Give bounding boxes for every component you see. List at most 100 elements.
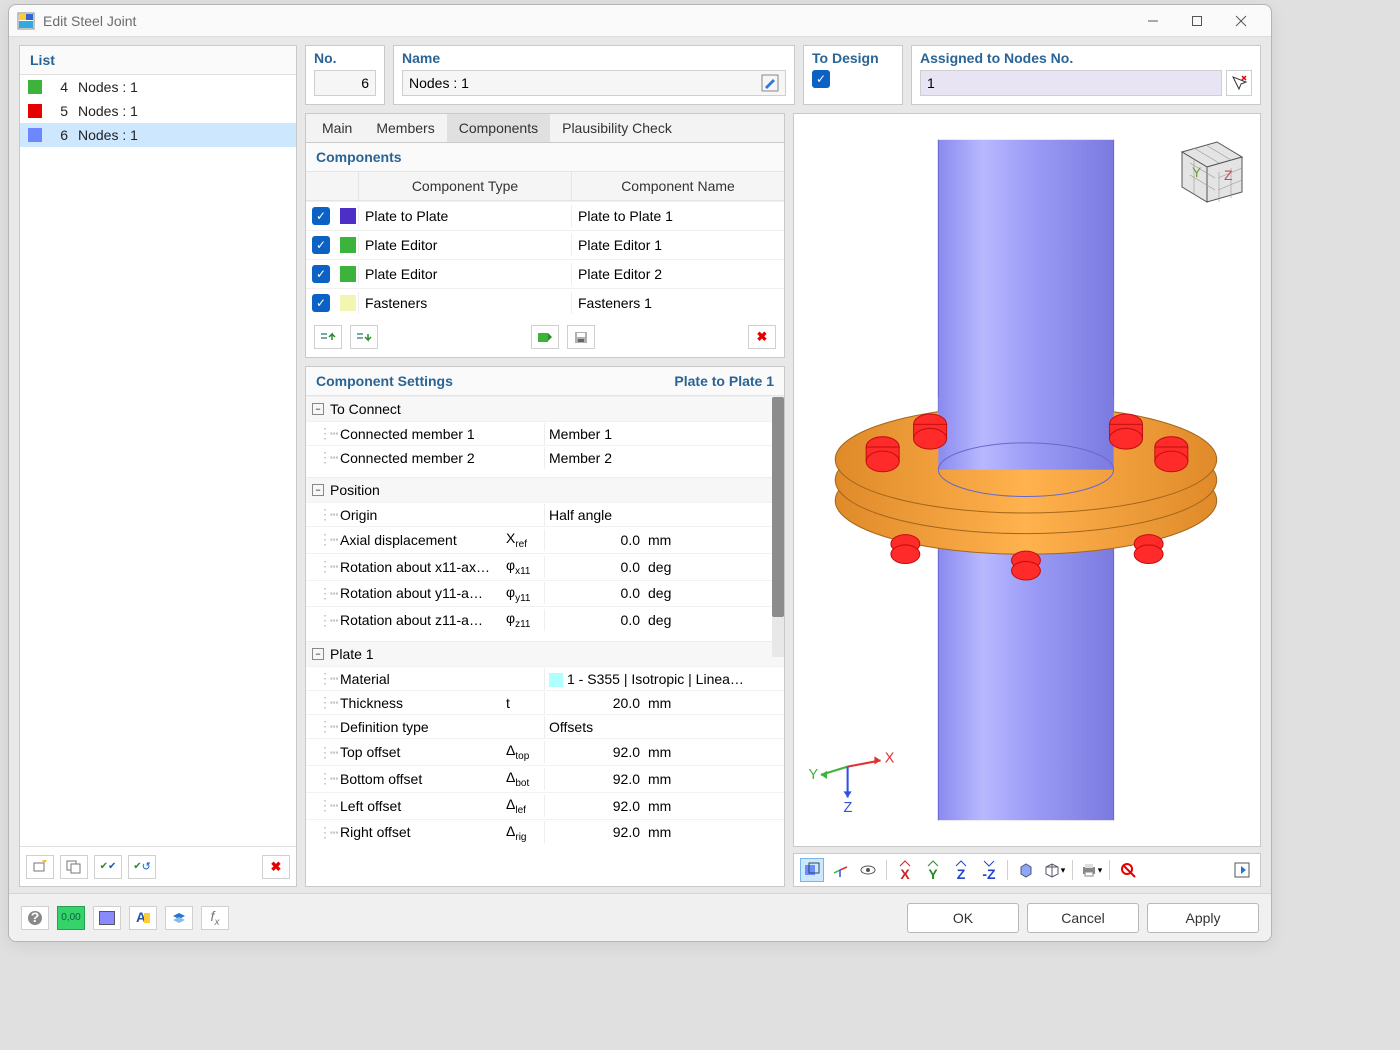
settings-row[interactable]: ⋮⋯ Top offset Δtop 92.0 mm — [306, 738, 784, 765]
settings-row[interactable]: ⋮⋯ Connected member 2 Member 2 — [306, 445, 784, 469]
setting-label: Axial displacement — [336, 529, 502, 551]
minimize-button[interactable] — [1131, 6, 1175, 36]
setting-label: Top offset — [336, 741, 502, 763]
setting-label: Connected member 1 — [336, 423, 502, 445]
setting-value[interactable]: Member 2 — [544, 447, 784, 469]
save-component-button[interactable] — [567, 325, 595, 349]
maximize-button[interactable] — [1175, 6, 1219, 36]
move-up-button[interactable] — [314, 325, 342, 349]
pick-node-button[interactable] — [1226, 70, 1252, 96]
setting-value[interactable]: 0.0 — [544, 556, 644, 578]
collapse-icon[interactable]: − — [312, 484, 324, 496]
collapse-icon[interactable]: − — [312, 648, 324, 660]
setting-value[interactable]: 0.0 — [544, 609, 644, 631]
settings-row[interactable]: ⋮⋯ Bottom offset Δbot 92.0 mm — [306, 765, 784, 792]
settings-row[interactable]: ⋮⋯ Connected member 1 Member 1 — [306, 421, 784, 445]
settings-group-header[interactable]: −Position — [306, 477, 784, 502]
list-item[interactable]: 6 Nodes : 1 — [20, 123, 296, 147]
setting-value[interactable]: Member 1 — [544, 423, 784, 445]
color-button[interactable] — [93, 906, 121, 930]
color-swatch-icon — [28, 128, 42, 142]
view-z-axis-button[interactable]: Z — [949, 858, 973, 882]
to-design-checkbox[interactable]: ✓ — [812, 70, 830, 88]
view-perspective-button[interactable]: ▾ — [1042, 858, 1066, 882]
text-options-button[interactable]: A — [129, 906, 157, 930]
settings-row[interactable]: ⋮⋯ Origin Half angle — [306, 502, 784, 526]
edit-icon[interactable] — [761, 74, 779, 92]
settings-row[interactable]: ⋮⋯ Rotation about y11-a… φy11 0.0 deg — [306, 580, 784, 607]
expand-view-button[interactable] — [1230, 858, 1254, 882]
library-button[interactable] — [531, 325, 559, 349]
component-checkbox[interactable]: ✓ — [312, 236, 330, 254]
component-row[interactable]: ✓ Plate to Plate Plate to Plate 1 — [306, 201, 784, 230]
collapse-icon[interactable]: − — [312, 403, 324, 415]
setting-value[interactable]: 92.0 — [544, 821, 644, 843]
check-toggle-button[interactable]: ✔↺ — [128, 855, 156, 879]
setting-unit: mm — [644, 741, 684, 763]
color-swatch-icon — [340, 208, 356, 224]
settings-row[interactable]: ⋮⋯ Rotation about x11-ax… φx11 0.0 deg — [306, 553, 784, 580]
print-button[interactable]: ▾ — [1079, 858, 1103, 882]
setting-value[interactable]: 0.0 — [544, 529, 644, 551]
delete-component-button[interactable]: ✖ — [748, 325, 776, 349]
setting-value[interactable]: Half angle — [544, 504, 784, 526]
setting-value[interactable]: 92.0 — [544, 741, 644, 763]
settings-row[interactable]: ⋮⋯ Definition type Offsets — [306, 714, 784, 738]
view-model-button[interactable] — [800, 858, 824, 882]
cancel-button[interactable]: Cancel — [1027, 903, 1139, 933]
setting-value[interactable]: 92.0 — [544, 768, 644, 790]
check-all-button[interactable]: ✔✔ — [94, 855, 122, 879]
help-button[interactable]: ? — [21, 906, 49, 930]
3d-viewport[interactable]: Y Z — [793, 113, 1261, 847]
settings-row[interactable]: ⋮⋯ Thickness t 20.0 mm — [306, 690, 784, 714]
formula-button[interactable]: fx — [201, 906, 229, 930]
settings-row[interactable]: ⋮⋯ Material 1 - S355 | Isotropic | Linea… — [306, 666, 784, 690]
assigned-nodes-input[interactable]: 1 — [920, 70, 1222, 96]
view-axes-button[interactable] — [828, 858, 852, 882]
settings-group-header[interactable]: −Plate 1 — [306, 641, 784, 666]
component-checkbox[interactable]: ✓ — [312, 207, 330, 225]
delete-item-button[interactable]: ✖ — [262, 855, 290, 879]
app-icon — [17, 12, 35, 30]
view-show-button[interactable] — [856, 858, 880, 882]
setting-value[interactable]: 92.0 — [544, 795, 644, 817]
component-row[interactable]: ✓ Plate Editor Plate Editor 1 — [306, 230, 784, 259]
settings-row[interactable]: ⋮⋯ Rotation about z11-a… φz11 0.0 deg — [306, 606, 784, 633]
no-input[interactable]: 6 — [314, 70, 376, 96]
settings-group-header[interactable]: −To Connect — [306, 396, 784, 421]
list-item[interactable]: 4 Nodes : 1 — [20, 75, 296, 99]
view-y-axis-button[interactable]: Y — [921, 858, 945, 882]
tab-plausibility-check[interactable]: Plausibility Check — [550, 114, 684, 142]
component-row[interactable]: ✓ Plate Editor Plate Editor 2 — [306, 259, 784, 288]
setting-unit: mm — [644, 768, 684, 790]
tab-main[interactable]: Main — [310, 114, 364, 142]
setting-value[interactable]: Offsets — [544, 716, 784, 738]
units-button[interactable]: 0,00 — [57, 906, 85, 930]
setting-value[interactable]: 0.0 — [544, 582, 644, 604]
component-checkbox[interactable]: ✓ — [312, 294, 330, 312]
component-checkbox[interactable]: ✓ — [312, 265, 330, 283]
apply-button[interactable]: Apply — [1147, 903, 1259, 933]
reset-view-button[interactable] — [1116, 858, 1140, 882]
settings-row[interactable]: ⋮⋯ Axial displacement Xref 0.0 mm — [306, 526, 784, 553]
setting-value[interactable]: 1 - S355 | Isotropic | Linea… — [544, 668, 784, 690]
move-down-button[interactable] — [350, 325, 378, 349]
view-neg-z-button[interactable]: -Z — [977, 858, 1001, 882]
settings-scrollbar[interactable] — [772, 397, 784, 657]
copy-item-button[interactable] — [60, 855, 88, 879]
new-item-button[interactable] — [26, 855, 54, 879]
setting-value[interactable]: 20.0 — [544, 692, 644, 714]
layers-button[interactable] — [165, 906, 193, 930]
tab-components[interactable]: Components — [447, 114, 550, 142]
dialog-footer: ? 0,00 A fx OK Cancel Apply — [9, 893, 1271, 941]
component-row[interactable]: ✓ Fasteners Fasteners 1 — [306, 288, 784, 317]
view-x-axis-button[interactable]: X — [893, 858, 917, 882]
close-button[interactable] — [1219, 6, 1263, 36]
name-input[interactable]: Nodes : 1 — [402, 70, 786, 96]
settings-row[interactable]: ⋮⋯ Right offset Δrig 92.0 mm — [306, 819, 784, 846]
settings-row[interactable]: ⋮⋯ Left offset Δlef 92.0 mm — [306, 792, 784, 819]
list-item[interactable]: 5 Nodes : 1 — [20, 99, 296, 123]
tab-members[interactable]: Members — [364, 114, 446, 142]
ok-button[interactable]: OK — [907, 903, 1019, 933]
view-iso-button[interactable] — [1014, 858, 1038, 882]
